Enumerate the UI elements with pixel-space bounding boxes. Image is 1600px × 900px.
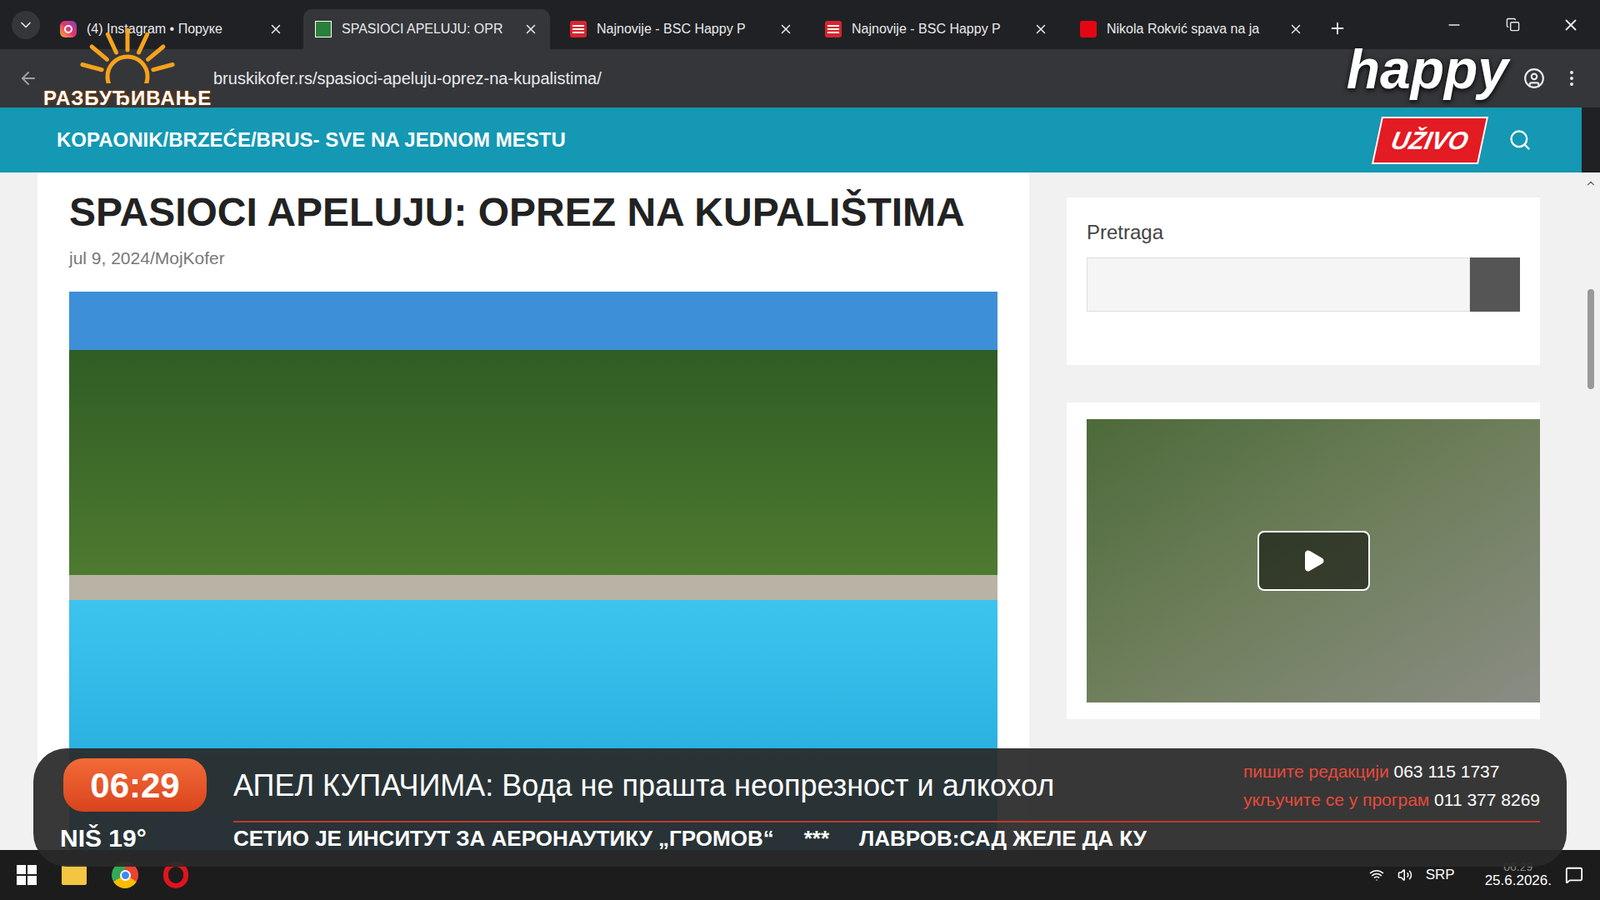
weather: NIŠ 19°	[60, 819, 147, 857]
volume-icon[interactable]	[1397, 867, 1413, 883]
crawl-item: ***	[804, 822, 830, 855]
time-badge: 06:29	[63, 758, 207, 812]
search-widget: Pretraga	[1066, 197, 1540, 365]
plus-icon	[1328, 19, 1347, 38]
file-explorer-icon[interactable]	[61, 865, 87, 885]
start-windows-icon[interactable]	[16, 865, 37, 885]
channel-logo-text: РАЗБУЂИВАЊЕ	[43, 83, 212, 114]
news-favicon-icon	[825, 20, 842, 38]
contacts: пишите редакцији 063 115 1737укључите се…	[1243, 758, 1540, 813]
blic-favicon-icon	[1080, 20, 1097, 38]
tab-label: Nikola Rokvić spava na ja	[1106, 19, 1279, 40]
sun-icon	[65, 25, 190, 84]
close-tab-icon[interactable]	[1288, 21, 1304, 37]
contact-line: укључите се у програм 011 377 8269	[1243, 786, 1540, 814]
new-tab-button[interactable]	[1323, 14, 1352, 43]
live-badge[interactable]: UŽIVO	[1371, 116, 1489, 165]
close-icon	[1561, 15, 1580, 35]
search-icon[interactable]	[1508, 128, 1532, 152]
wifi-icon[interactable]	[1369, 867, 1385, 883]
back-arrow-icon[interactable]	[18, 68, 39, 89]
tab-label: Najnovije - BSC Happy P	[851, 19, 1024, 40]
crawl-item: ЛАВРОВ:САД ЖЕЛЕ ДА КУ	[859, 822, 1147, 855]
close-tab-icon[interactable]	[523, 21, 539, 37]
news-ticker: 06:29 NIŠ 19° АПЕЛ КУПАЧИМА: Вода не прашт…	[33, 748, 1567, 867]
browser-tab[interactable]: Najnovije - BSC Happy P	[813, 9, 1060, 50]
instagram-icon	[60, 20, 77, 38]
play-icon	[1300, 548, 1326, 574]
chevron-down-icon	[17, 16, 35, 34]
close-tab-icon[interactable]	[268, 21, 284, 37]
tab-list-button[interactable]	[11, 10, 40, 40]
network-logo: happy	[1346, 41, 1509, 97]
profile-icon[interactable]	[1523, 67, 1545, 90]
url-field[interactable]: bruskikofer.rs/spasioci-apeluju-oprez-na…	[213, 65, 602, 91]
search-button[interactable]	[1470, 257, 1520, 312]
search-label: Pretraga	[1086, 217, 1520, 248]
close-tab-icon[interactable]	[1033, 21, 1049, 37]
restore-button[interactable]	[1483, 17, 1542, 32]
play-button[interactable]	[1257, 530, 1370, 591]
tab-label: Najnovije - BSC Happy P	[596, 19, 769, 40]
browser-tab[interactable]: SPASIOCI APELUJU: OPR	[303, 9, 550, 50]
crawl-item: СЕТИО ЈЕ ИНСИТУТ ЗА АЕРОНАУТИКУ „ГРОМОВ“	[233, 822, 775, 855]
search-input[interactable]	[1086, 257, 1470, 312]
browser-tab[interactable]: (4) Instagram • Поруке	[48, 9, 295, 50]
minimize-button[interactable]	[1425, 16, 1484, 34]
channel-logo: РАЗБУЂИВАЊЕ	[43, 25, 212, 114]
article-title: SPASIOCI APELUJU: OPREZ NA KUPALIŠTIMA	[69, 189, 998, 235]
restore-icon	[1505, 17, 1520, 32]
video-widget	[1066, 402, 1540, 720]
webcam-video[interactable]	[1086, 419, 1540, 703]
headline: АПЕЛ КУПАЧИМА: Вода не прашта неопрезнос…	[233, 763, 1227, 809]
contact-line: пишите редакцији 063 115 1737	[1243, 758, 1540, 785]
article-meta[interactable]: jul 9, 2024/MojKofer	[69, 245, 998, 272]
close-tab-icon[interactable]	[778, 21, 794, 37]
browser-tab[interactable]: Nikola Rokvić spava na ja	[1068, 9, 1315, 50]
site-header: KOPAONIK/BRZEĆE/BRUS- SVE NA JEDNOM MEST…	[0, 107, 1582, 173]
tab-label: SPASIOCI APELUJU: OPR	[341, 19, 514, 40]
news-favicon-icon	[570, 20, 587, 38]
scrollbar[interactable]	[1581, 172, 1600, 850]
browser-tab[interactable]: Najnovije - BSC Happy P	[558, 9, 805, 50]
screen: (4) Instagram • Поруке SPASIOCI APELUJU: …	[0, 0, 1600, 900]
minimize-icon	[1445, 16, 1463, 34]
site-tagline[interactable]: KOPAONIK/BRZEĆE/BRUS- SVE NA JEDNOM MEST…	[56, 125, 566, 155]
tab-label: (4) Instagram • Поруке	[86, 19, 259, 40]
site-favicon-icon	[315, 20, 332, 38]
crawl: СЕТИО ЈЕ ИНСИТУТ ЗА АЕРОНАУТИКУ „ГРОМОВ“…	[233, 822, 1540, 857]
notifications-icon[interactable]	[1565, 865, 1584, 885]
language-indicator[interactable]: SRP	[1425, 864, 1455, 886]
close-window-button[interactable]	[1541, 15, 1600, 35]
menu-icon[interactable]	[1561, 68, 1582, 89]
scroll-up-icon	[1585, 177, 1597, 190]
